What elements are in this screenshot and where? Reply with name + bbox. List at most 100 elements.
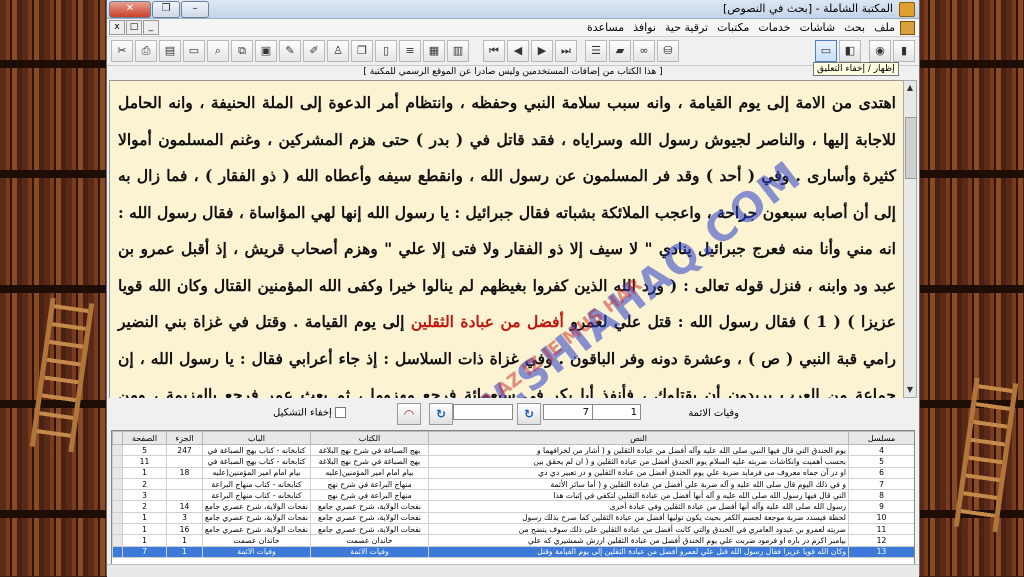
column-header-serial[interactable]: مسلسل — [848, 431, 914, 445]
goto-field[interactable] — [453, 404, 513, 420]
tools-icon[interactable]: ✂ — [111, 40, 133, 62]
current-book-label: وفيات الائمة — [688, 408, 739, 419]
refresh-icon[interactable]: ↻ — [429, 403, 453, 425]
cell-text: وكان الله قويا عزيزا فقال رسول الله قتل … — [428, 545, 849, 558]
part-number-field[interactable]: 7 — [543, 404, 593, 420]
row-indicator — [112, 500, 123, 513]
column-header-book[interactable]: الكتاب — [310, 431, 429, 445]
window-title: المكتبة الشاملة - [بحث في النصوص] — [722, 2, 893, 15]
scroll-down-icon[interactable]: ▼ — [904, 383, 916, 397]
cell-page: 11 — [122, 455, 167, 468]
menu-screens[interactable]: شاشات — [800, 21, 836, 34]
lines-icon[interactable]: ≡ — [399, 40, 421, 62]
cell-serial: 7 — [848, 477, 914, 491]
book-text-pane[interactable]: اهتدى من الامة إلى يوم القيامة ، وانه سب… — [109, 80, 905, 400]
menu-libraries[interactable]: مكتبات — [717, 21, 749, 34]
scroll-thumb[interactable] — [905, 117, 917, 179]
table-row[interactable]: 1 1 خاندان عصمت خاندان عصمت بيامبر اكرم در ب… — [112, 534, 914, 547]
first-page-icon[interactable]: ⏭ — [555, 40, 577, 62]
row-indicator — [112, 443, 123, 457]
table-row[interactable]: 1 18 بيام امام امير المؤمنين(عليه بيام امام… — [112, 466, 914, 479]
paste-icon[interactable]: ▣ — [255, 40, 277, 62]
table-row[interactable]: 7 1 وفيات الائمة وفيات الائمة وكان الله قويا… — [112, 545, 914, 558]
open-folder-icon[interactable]: ▰ — [609, 40, 631, 62]
layers-icon[interactable]: ◧ — [839, 40, 861, 62]
search-book-icon[interactable]: ⌕ — [207, 40, 229, 62]
cell-chapter: كتابخانه - كتاب منهاج البراعة — [202, 489, 311, 502]
hide-diacritics-label: إخفاء التشكيل — [273, 407, 332, 419]
prev-page-icon[interactable]: ◀ — [507, 40, 529, 62]
mdi-close-button[interactable]: x — [109, 20, 125, 35]
cell-text: ضربته لعمرو بن عبدود العامري في الخندق و… — [428, 523, 849, 536]
table-row[interactable]: 2 14 نفحات الولاية، شرح عصري جامع نفحات الو… — [112, 500, 914, 513]
cell-serial: 10 — [848, 511, 914, 525]
column-header-text[interactable]: النص — [428, 431, 849, 445]
column-header-chapter[interactable]: الباب — [202, 431, 311, 445]
lips-icon[interactable]: ◠ — [397, 403, 421, 425]
mdi-minimize-button[interactable]: _ — [143, 20, 159, 35]
table-row[interactable]: 5 247 كتابخانه - كتاب بهج الصباغة في بهج ال… — [112, 443, 914, 457]
person-icon[interactable]: ♙ — [327, 40, 349, 62]
database-icon[interactable]: ⛁ — [657, 40, 679, 62]
row-indicator — [112, 466, 123, 479]
last-page-icon[interactable]: ⏮ — [483, 40, 505, 62]
menu-services[interactable]: خدمات — [758, 21, 790, 34]
preview-icon[interactable]: ▤ — [159, 40, 181, 62]
scroll-up-icon[interactable]: ▲ — [904, 81, 916, 95]
cell-book: نفحات الولاية، شرح عصري جامع — [310, 523, 429, 536]
edit-icon[interactable]: ✎ — [279, 40, 301, 62]
cell-part: 247 — [166, 443, 203, 457]
menu-live-update[interactable]: ترقية حية — [665, 21, 708, 34]
cell-page: 1 — [122, 511, 167, 525]
cell-part: 1 — [166, 534, 203, 547]
table-row[interactable]: 3 كتابخانه - كتاب منهاج البراعة منهاج البر… — [112, 489, 914, 502]
pages-icon[interactable]: ❐ — [351, 40, 373, 62]
toggle-comments-icon[interactable]: ▭ — [815, 40, 837, 62]
tooltip: إظهار / إخفاء التعليق — [813, 62, 899, 76]
menu-search[interactable]: بحث — [844, 21, 865, 34]
binoculars-icon[interactable]: ∞ — [633, 40, 655, 62]
cell-serial: 13 — [848, 545, 914, 558]
vertical-scrollbar[interactable]: ▲ ▼ — [903, 80, 917, 398]
minimize-button[interactable]: – — [181, 1, 209, 18]
cell-part — [166, 477, 203, 491]
table-row[interactable]: 2 كتابخانه - كتاب منهاج البراعة منهاج البر… — [112, 477, 914, 491]
pencil-icon[interactable]: ✐ — [303, 40, 325, 62]
next-page-icon[interactable]: ▶ — [531, 40, 553, 62]
column-header-part[interactable]: الجزء — [166, 431, 203, 445]
bookshelf-right — [918, 0, 1024, 576]
blank-page-icon[interactable]: ▯ — [375, 40, 397, 62]
column-header-page[interactable]: الصفحة — [122, 431, 167, 445]
navigation-bar: وفيات الائمة 1 7 ↻ ↻ ◠ إخفاء التشكيل — [107, 398, 919, 428]
cell-page: 2 — [122, 500, 167, 513]
table-row[interactable]: 11 كتابخانه - كتاب بهج الصباغة في بهج الصب… — [112, 455, 914, 468]
library-icon[interactable]: ▮ — [893, 40, 915, 62]
eye-icon[interactable]: ◉ — [869, 40, 891, 62]
page-icon[interactable]: ▭ — [183, 40, 205, 62]
table-row[interactable]: 1 3 نفحات الولاية، شرح عصري جامع نفحات الول… — [112, 511, 914, 525]
hide-diacritics-checkbox[interactable]: إخفاء التشكيل — [273, 407, 346, 419]
copy-icon[interactable]: ⧉ — [231, 40, 253, 62]
mdi-restore-button[interactable]: □ — [126, 20, 142, 35]
close-button[interactable]: ✕ — [109, 1, 151, 18]
menu-windows[interactable]: نوافذ — [633, 21, 656, 34]
cell-book: خاندان عصمت — [310, 534, 429, 547]
book-text: اهتدى من الامة إلى يوم القيامة ، وانه سب… — [110, 81, 904, 399]
restore-button[interactable]: ❐ — [152, 1, 180, 18]
cell-text: التي قال فيها رسول الله صلى الله عليه و … — [428, 489, 849, 502]
results-grid[interactable]: الصفحة الجزء الباب الكتاب النص مسلسل 5 24… — [111, 430, 915, 565]
book-icon[interactable]: ▥ — [447, 40, 469, 62]
table-row[interactable]: 1 16 نفحات الولاية، شرح عصري جامع نفحات الو… — [112, 523, 914, 536]
page-number-field[interactable]: 1 — [591, 404, 641, 420]
cell-text: او در آن جماه معروف می فرمايد ضربة علي ي… — [428, 466, 849, 479]
menu-file[interactable]: ملف — [874, 21, 895, 34]
menu-help[interactable]: مساعدة — [587, 21, 624, 34]
text-before-match: اهتدى من الامة إلى يوم القيامة ، وانه سب… — [118, 93, 896, 331]
checkbox-box[interactable] — [334, 407, 346, 418]
refresh-icon[interactable]: ↻ — [517, 403, 541, 425]
toolbar: ✂ ⎙ ▤ ▭ ⌕ ⧉ ▣ ✎ ✐ ♙ ❐ ▯ ≡ ▦ ▥ ⏮ ◀ ▶ ⏭ ☰ … — [107, 37, 919, 66]
print-icon[interactable]: ⎙ — [135, 40, 157, 62]
image-icon[interactable]: ▦ — [423, 40, 445, 62]
list-icon[interactable]: ☰ — [585, 40, 607, 62]
cell-page: 1 — [122, 523, 167, 536]
